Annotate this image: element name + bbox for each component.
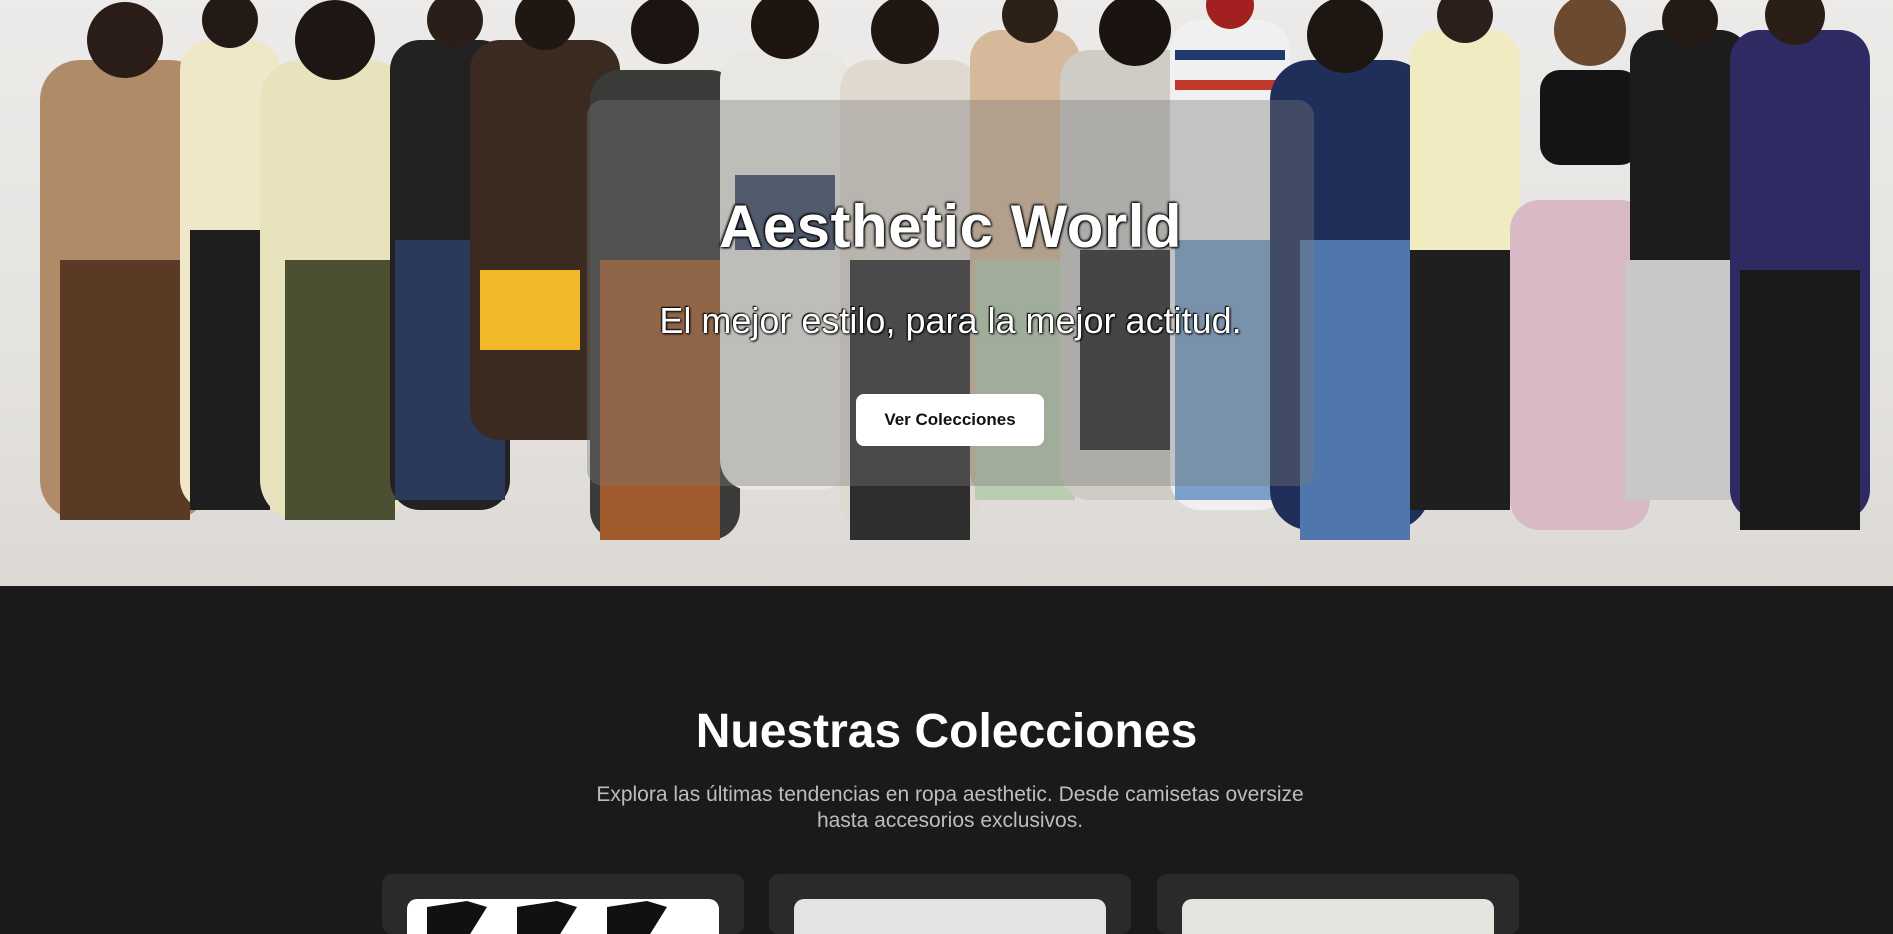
- hero-overlay-panel: Aesthetic World El mejor estilo, para la…: [587, 100, 1314, 486]
- collection-card[interactable]: [1157, 874, 1519, 934]
- collections-description: Explora las últimas tendencias en ropa a…: [596, 783, 1304, 832]
- collection-card-image: [407, 899, 719, 934]
- collection-card-image: [1182, 899, 1494, 934]
- collection-card[interactable]: [769, 874, 1131, 934]
- collection-card[interactable]: [382, 874, 744, 934]
- collections-title: Nuestras Colecciones: [695, 705, 1198, 758]
- collections-section: Nuestras Colecciones Explora las últimas…: [0, 586, 1893, 934]
- collection-card-image: [794, 899, 1106, 934]
- view-collections-button[interactable]: Ver Colecciones: [856, 394, 1044, 446]
- hero-section: Aesthetic World El mejor estilo, para la…: [0, 0, 1893, 586]
- hero-tagline: El mejor estilo, para la mejor actitud.: [659, 300, 1242, 341]
- model-figure: [260, 0, 410, 520]
- model-figure: [1410, 0, 1520, 510]
- model-figure: [1730, 0, 1870, 530]
- hero-title: Aesthetic World: [718, 193, 1183, 260]
